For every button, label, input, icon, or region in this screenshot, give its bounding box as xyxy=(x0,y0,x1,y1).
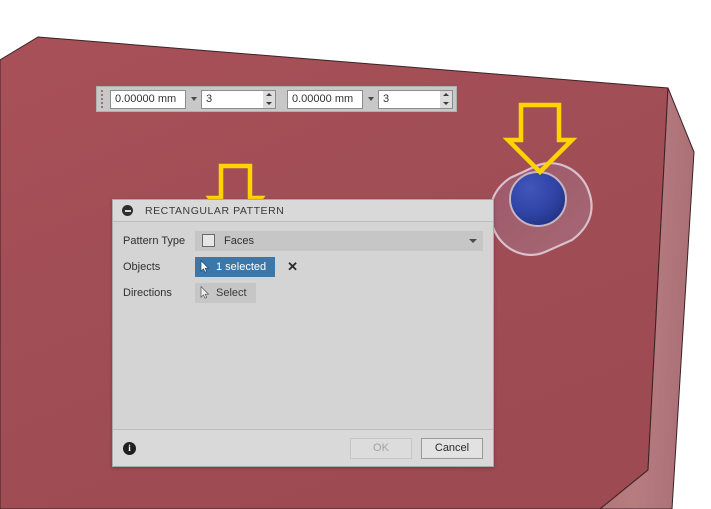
dialog-titlebar[interactable]: RECTANGULAR PATTERN xyxy=(113,200,493,222)
row-directions: Directions Select xyxy=(113,282,493,303)
close-x-icon[interactable]: ✕ xyxy=(287,260,298,273)
drag-grip-icon[interactable] xyxy=(100,89,107,109)
dialog-title: RECTANGULAR PATTERN xyxy=(145,204,285,217)
info-glyph: i xyxy=(128,442,131,453)
row-objects: Objects 1 selected ✕ xyxy=(113,256,493,277)
directions-select-label: Select xyxy=(216,286,247,299)
pattern-type-label: Pattern Type xyxy=(123,234,186,247)
rectangular-pattern-dialog[interactable]: RECTANGULAR PATTERN Pattern Type Faces O… xyxy=(112,199,494,467)
cancel-button-label: Cancel xyxy=(434,442,470,454)
info-icon[interactable]: i xyxy=(123,441,136,455)
directions-select-button[interactable]: Select xyxy=(195,282,256,303)
distance-field-2-group[interactable]: 0.00000 mm xyxy=(287,89,378,109)
objects-select-button[interactable]: 1 selected xyxy=(195,256,276,277)
objects-select-label: 1 selected xyxy=(216,260,267,273)
pattern-type-dropdown[interactable]: Faces xyxy=(195,230,483,251)
chevron-down-icon[interactable] xyxy=(363,89,378,109)
row-pattern-type: Pattern Type Faces xyxy=(113,230,493,251)
quantity-2-input[interactable]: 3 xyxy=(378,89,440,109)
directions-label: Directions xyxy=(123,286,172,299)
chevron-down-icon[interactable] xyxy=(469,238,477,243)
spinner-down-icon[interactable] xyxy=(440,99,452,108)
distance-field-1-group[interactable]: 0.00000 mm xyxy=(110,89,201,109)
dialog-body: Pattern Type Faces Objects 1 selected ✕ xyxy=(113,222,493,429)
collapse-minus-icon[interactable] xyxy=(122,205,133,216)
cancel-button[interactable]: Cancel xyxy=(421,437,483,459)
toolbar-divider xyxy=(276,99,287,100)
spinner-down-icon[interactable] xyxy=(263,99,275,108)
selection-cursor-icon xyxy=(200,260,210,273)
spinner-up-icon[interactable] xyxy=(440,91,452,100)
ok-button[interactable]: OK xyxy=(350,437,412,459)
quantity-field-1-group[interactable]: 3 xyxy=(201,89,276,109)
ok-button-label: OK xyxy=(373,442,389,454)
manipulator-toolbar[interactable]: 0.00000 mm 3 0.00000 mm 3 xyxy=(96,86,457,112)
pattern-type-value: Faces xyxy=(224,234,254,247)
spinner-arrows-icon[interactable] xyxy=(263,89,276,109)
distance-2-input[interactable]: 0.00000 mm xyxy=(287,89,363,109)
cad-viewport[interactable]: 0.00000 mm 3 0.00000 mm 3 RECTANGULAR PA… xyxy=(0,0,711,509)
quantity-field-2-group[interactable]: 3 xyxy=(378,89,453,109)
spinner-up-icon[interactable] xyxy=(263,91,275,100)
checkbox-icon[interactable] xyxy=(202,234,215,247)
chevron-down-icon[interactable] xyxy=(186,89,201,109)
objects-label: Objects xyxy=(123,260,161,273)
spinner-arrows-icon[interactable] xyxy=(440,89,453,109)
dialog-footer: i OK Cancel xyxy=(113,429,493,466)
highlight-arrow-selected-face xyxy=(502,102,578,176)
distance-1-input[interactable]: 0.00000 mm xyxy=(110,89,186,109)
selection-cursor-icon xyxy=(200,286,210,299)
quantity-1-input[interactable]: 3 xyxy=(201,89,263,109)
